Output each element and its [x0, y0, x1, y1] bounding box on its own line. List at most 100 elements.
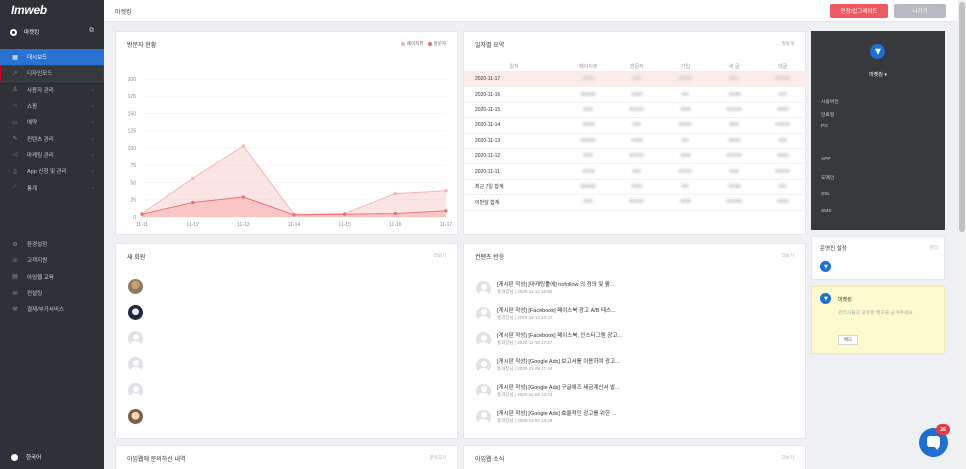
sidebar-item-reservation[interactable]: ▭ 예약 ⌄: [0, 114, 104, 130]
new-members-panel: 새 회원 더보기: [115, 243, 458, 439]
x-tick-label: 11-13: [237, 222, 250, 228]
operator-avatar-icon[interactable]: [820, 261, 831, 272]
sidebar-item-app[interactable]: ▯ App 신청 및 관리 ⌄: [0, 163, 104, 179]
blur-mask: [775, 76, 791, 81]
sidebar-item-support[interactable]: ☏ 고객지원: [0, 252, 104, 268]
sidebar-item-marketing[interactable]: ◁ 마케팅 관리 ⌄: [0, 147, 104, 163]
data-point: [444, 209, 448, 213]
blur-mask: [775, 122, 791, 127]
list-item[interactable]: [게시판 작성] [Google Ads] 효율적인 광고를 위한 ... 홍과장…: [476, 407, 806, 427]
reactions-more-link[interactable]: 더보기: [782, 253, 794, 259]
x-tick-label: 11-16: [389, 222, 402, 228]
sidebar-item-users[interactable]: ♙ 사용자 관리 ⌄: [0, 82, 104, 98]
legend-swatch-visitors: [427, 42, 432, 46]
reaction-meta: 홍과장님 | 2020-11-03 14:28: [497, 417, 553, 423]
language-selector[interactable]: 한국어: [11, 453, 41, 461]
vertical-scrollbar[interactable]: [958, 0, 966, 469]
table-row[interactable]: 2020-11-11: [464, 164, 807, 180]
avatar[interactable]: [128, 383, 143, 398]
reaction-title: [게시판 작성] [Google Ads] 보고서를 이용하여 광고...: [497, 359, 620, 366]
list-item[interactable]: [게시판 작성] [Google Ads] 보고서를 이용하여 광고... 홍과장…: [476, 355, 806, 375]
table-row[interactable]: 2020-11-17: [464, 72, 807, 88]
blurred-value: [613, 91, 662, 98]
imweb-logo[interactable]: Imweb: [11, 3, 47, 17]
upgrade-button[interactable]: 연장/업그레이드: [830, 4, 888, 18]
table-row[interactable]: 이번달 합계: [464, 195, 807, 211]
blurred-value: [661, 76, 710, 82]
site-selector[interactable]: 마켓킹 ⧉: [0, 26, 104, 38]
panel-title: 컨텐츠 반응: [475, 254, 505, 261]
sidebar-item-education[interactable]: ▤ 아임웹 교육: [0, 269, 104, 285]
legend-item-visitors[interactable]: 방문자: [427, 41, 446, 47]
members-more-link[interactable]: 더보기: [434, 253, 446, 259]
table-row[interactable]: 2020-11-15: [464, 103, 807, 119]
date-cell: 최근 7일 합계: [475, 184, 504, 191]
blurred-value: [710, 91, 759, 98]
avatar[interactable]: [128, 357, 143, 372]
blurred-value: [613, 122, 662, 128]
sidebar-item-dashboard[interactable]: ▦ 대시보드: [0, 49, 104, 66]
sidebar-item-settings[interactable]: ⚙ 환경설정: [0, 236, 104, 252]
date-cell: 이번달 합계: [475, 199, 500, 206]
info-expiry: 만료일: [821, 113, 835, 118]
blurred-value: [661, 183, 710, 190]
sidebar-item-label: 마케팅 관리: [27, 152, 54, 159]
table-row[interactable]: 2020-11-13: [464, 134, 807, 149]
inquiry-link[interactable]: 문의하기: [429, 455, 446, 461]
blurred-value: [758, 137, 807, 144]
external-link-icon[interactable]: ⧉: [89, 27, 94, 35]
blur-mask: [778, 91, 788, 96]
avatar[interactable]: [128, 279, 143, 294]
blurred-value: [613, 137, 662, 144]
sidebar-item-label: 고객지원: [27, 258, 48, 265]
memo-input[interactable]: 관리자들과 공유할 메모를 남겨주세요: [838, 310, 938, 318]
list-item[interactable]: [게시판 작성] [Facebook] 페이스북 광고 A/B 테스... 홍과장…: [476, 304, 806, 324]
date-cell: 2020-11-15: [475, 106, 501, 113]
support-icon: ☏: [11, 257, 19, 264]
page-title: 마켓킹: [115, 10, 132, 16]
data-point: [393, 211, 397, 216]
blurred-value: [661, 168, 710, 175]
avatar[interactable]: [128, 331, 143, 346]
date-cell: 2020-11-17: [475, 76, 501, 83]
y-tick-label: 75: [130, 163, 136, 169]
legend-label: 방문자: [433, 41, 446, 46]
table-row[interactable]: 2020-11-16: [464, 87, 807, 103]
blur-mask: [679, 106, 691, 111]
sidebar-item-billing[interactable]: ⚒ 결제/부가서비스: [0, 301, 104, 317]
site-name-dropdown[interactable]: 마켓킹 ▾: [811, 71, 945, 78]
news-panel: 아임웹 소식 더보기: [463, 445, 806, 469]
y-tick-label: 50: [130, 180, 136, 186]
blurred-value: [661, 122, 710, 128]
news-more-link[interactable]: 더보기: [782, 455, 794, 461]
exit-button[interactable]: 나가기: [894, 4, 946, 18]
date-cell: 2020-11-12: [475, 153, 501, 160]
avatar[interactable]: [128, 305, 143, 320]
blur-mask: [681, 91, 690, 96]
memo-button[interactable]: 메모: [838, 335, 858, 345]
sidebar-item-consulting[interactable]: ✉ 컨설팅: [0, 285, 104, 301]
blur-mask: [581, 122, 595, 127]
sidebar-item-stats[interactable]: ⟋ 통계 ⌄: [0, 179, 104, 195]
blur-mask: [580, 91, 597, 96]
blurred-value: [613, 168, 662, 175]
list-item[interactable]: [게시판 작성] [Google Ads] 구글애즈 세금계산서 발... 홍과장…: [476, 381, 806, 401]
sidebar-item-shopping[interactable]: ⌂ 쇼핑 ⌄: [0, 98, 104, 114]
list-item[interactable]: [게시판 작성] [Facebook] 페이스북, 인스타그램 광고... 홍과장…: [476, 329, 806, 349]
legend-item-pageviews[interactable]: 페이지뷰: [401, 41, 424, 47]
list-item[interactable]: [게시판 작성] [마케팅툴에] nofollow 의 정의 및 활... 홍과장…: [476, 278, 806, 298]
table-row[interactable]: 최근 7일 합계: [464, 180, 807, 196]
monthly-stats-link[interactable]: 월통계: [782, 41, 794, 47]
table-row[interactable]: 2020-11-12: [464, 149, 807, 165]
sidebar-item-label: 아임웹 교육: [27, 274, 54, 281]
sidebar-item-design-mode[interactable]: ↗ 디자인모드: [0, 65, 104, 82]
notification-badge: 26: [936, 424, 950, 435]
avatar[interactable]: [128, 409, 143, 424]
sidebar-item-contents[interactable]: ✎ 컨텐츠 관리 ⌄: [0, 130, 104, 146]
operator-manage-link[interactable]: 관리: [930, 245, 938, 251]
table-row[interactable]: 2020-11-14: [464, 118, 807, 134]
info-version: 사용버전: [821, 100, 839, 105]
scrollbar-thumb[interactable]: [959, 2, 965, 232]
chevron-down-icon: ⌄: [90, 135, 95, 142]
chat-button[interactable]: 26: [919, 424, 950, 457]
